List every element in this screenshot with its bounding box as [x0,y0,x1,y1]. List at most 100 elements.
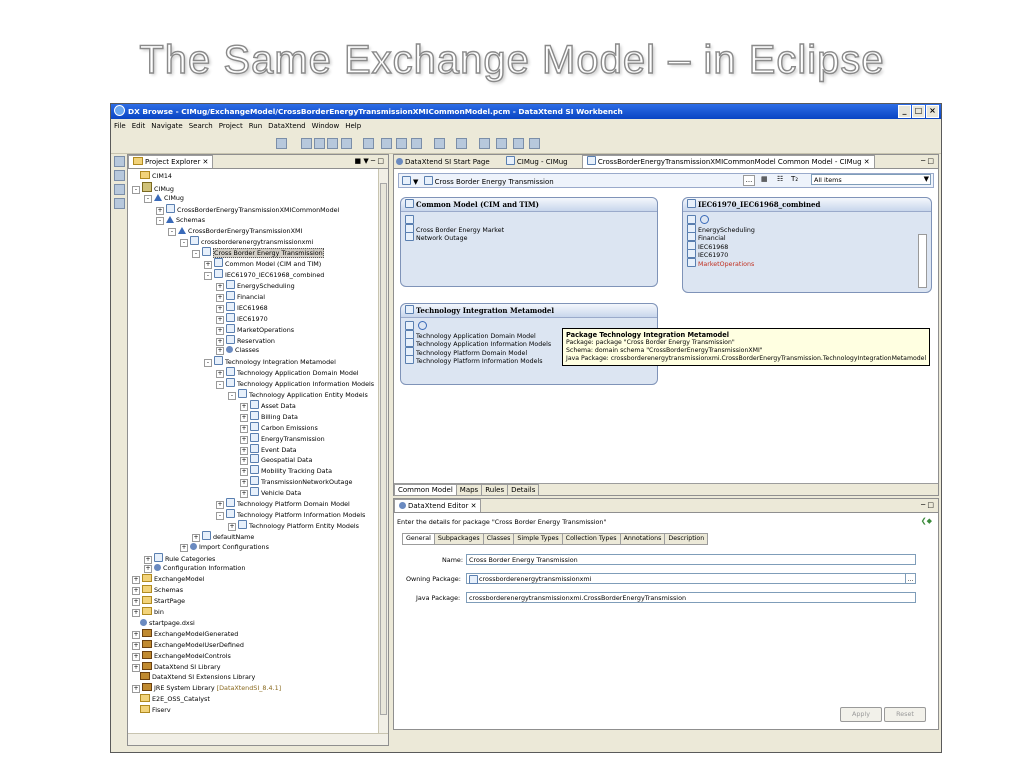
tree-item[interactable]: + Reservation [216,334,275,346]
tree-item[interactable]: startpage.dxsi [132,618,195,629]
tree-item[interactable]: + IEC61970 [216,312,268,324]
tab-start-page[interactable]: DataXtend SI Start Page [396,158,490,166]
collapse-icon[interactable]: - [204,272,212,281]
collapse-icon[interactable]: - [216,381,224,390]
tree-item[interactable]: CIM14 [132,171,172,182]
tab-collection-types[interactable]: Collection Types [561,533,621,545]
tree-item[interactable]: - Technology Application Entity Models [228,389,368,400]
expand-icon[interactable]: + [216,326,224,335]
tree-item[interactable]: + ExchangeModelUserDefined [132,639,244,651]
tree-item[interactable]: + JRE System Library [DataXtendSI_8.4.1] [132,683,281,694]
collapse-icon[interactable]: - [180,239,188,248]
new-icon[interactable] [276,138,287,149]
expand-icon[interactable]: + [144,565,152,574]
expand-icon[interactable]: + [144,555,152,564]
run-icon[interactable] [396,138,407,149]
expand-icon[interactable]: + [132,641,140,650]
list-item[interactable]: Financial [687,232,927,242]
expand-icon[interactable]: + [216,370,224,379]
menu-search[interactable]: Search [189,120,213,132]
name-field[interactable]: Cross Border Energy Transmission [466,554,916,565]
list-item[interactable]: Cross Border Energy Market [405,223,653,234]
chevron-down-icon[interactable]: ▼ [924,175,929,183]
help-icon[interactable]: ❮◆ [921,517,932,525]
expand-icon[interactable]: + [228,522,236,531]
owning-package-browse-button[interactable]: ... [905,573,916,584]
menu-file[interactable]: File [114,120,126,132]
minimize-button[interactable]: _ [898,105,911,118]
menu-window[interactable]: Window [312,120,340,132]
tree-item[interactable]: + Asset Data [240,399,296,411]
expand-icon[interactable]: + [216,501,224,509]
expand-icon[interactable]: + [240,490,248,499]
tree-item[interactable]: - Technology Platform Information Models [216,508,365,520]
tree-item[interactable]: + EnergyScheduling [216,280,295,291]
tree-item[interactable]: + Mobility Tracking Data [240,465,332,477]
tree-item[interactable]: - CrossBorderEnergyTransmissionXMI [168,226,302,237]
menu-edit[interactable]: Edit [132,120,146,132]
collapse-icon[interactable]: - [132,185,140,194]
expand-icon[interactable]: + [240,479,248,488]
browse-button[interactable]: ... [743,175,755,186]
tree-item[interactable]: + Classes [216,345,259,356]
list-item[interactable]: Network Outage [405,232,653,242]
common-model-box[interactable]: Common Model (CIM and TIM) Cross Border … [400,197,658,287]
maximize-button[interactable]: □ [912,105,925,118]
print-icon[interactable] [314,138,325,149]
expand-icon[interactable]: + [132,685,140,694]
tab-cimug[interactable]: CIMug - CIMug [505,156,568,166]
tree-item[interactable]: - Schemas [156,215,205,226]
menu-navigate[interactable]: Navigate [151,120,182,132]
expand-icon[interactable]: + [132,652,140,661]
tree-item[interactable]: - CIMug [132,181,174,194]
apply-button[interactable]: Apply [840,707,882,722]
edit-icon[interactable] [456,138,467,149]
text-size-icon[interactable]: T₂ [791,175,798,183]
tree-item[interactable]: + Technology Platform Domain Model [216,498,350,509]
expand-icon[interactable]: + [216,337,224,346]
filter-select[interactable]: All items [811,174,931,185]
tab-project-explorer[interactable]: Project Explorer ✕ [128,155,214,168]
tree-item[interactable]: + TransmissionNetworkOutage [240,476,352,488]
tree-item[interactable]: + Technology Application Domain Model [216,367,359,379]
tree-item[interactable]: + Geospatial Data [240,454,312,466]
collapse-icon[interactable]: - [156,216,164,225]
tree-item[interactable]: + EnergyTransmission [240,432,325,444]
copy-icon[interactable] [327,138,338,149]
expand-icon[interactable]: + [156,206,164,215]
tab-details[interactable]: Details [507,484,540,496]
tab-description[interactable]: Description [664,533,709,545]
collapse-icon[interactable]: - [192,250,200,259]
tree-item[interactable]: - Technology Application Information Mode… [216,378,374,390]
tree-item[interactable]: + defaultName [192,530,254,542]
search-icon[interactable] [434,138,445,149]
tree-item[interactable]: + Rule Categories [144,552,215,564]
java-package-field[interactable]: crossborderenergytransmissionxmi.CrossBo… [466,592,916,603]
tree-item[interactable]: E2E_OSS_Catalyst [132,694,210,705]
expand-icon[interactable]: + [216,347,224,356]
tree-item[interactable]: + StartPage [132,596,185,607]
expand-icon[interactable]: + [216,283,224,291]
list-item[interactable]: IEC61970 [687,249,927,259]
paste-icon[interactable] [341,138,352,149]
editor-maximize-icon[interactable]: ─ □ [921,155,934,168]
tab-simple-types[interactable]: Simple Types [513,533,563,545]
open-icon[interactable] [363,138,374,149]
reset-button[interactable]: Reset [884,707,926,722]
expand-icon[interactable]: + [132,587,140,596]
tree-item[interactable]: - crossborderenergytransmissionxmi [180,236,313,248]
debug-view-icon[interactable] [114,198,125,209]
tab-subpackages[interactable]: Subpackages [433,533,484,545]
tree-item[interactable]: + Event Data [240,443,297,455]
list-item[interactable]: EnergyScheduling [687,223,927,234]
save-icon[interactable] [301,138,312,149]
tree-item[interactable]: + Import Configurations [180,542,269,553]
prev-annotation-icon[interactable] [496,138,507,149]
expand-icon[interactable]: + [204,261,212,270]
tree-item[interactable]: - CIMug [144,193,184,204]
tab-general[interactable]: General [402,533,435,545]
expand-icon[interactable]: + [216,315,224,324]
expand-icon[interactable]: + [132,630,140,639]
menu-dataxtend[interactable]: DataXtend [268,120,305,132]
expand-icon[interactable]: + [132,598,140,607]
